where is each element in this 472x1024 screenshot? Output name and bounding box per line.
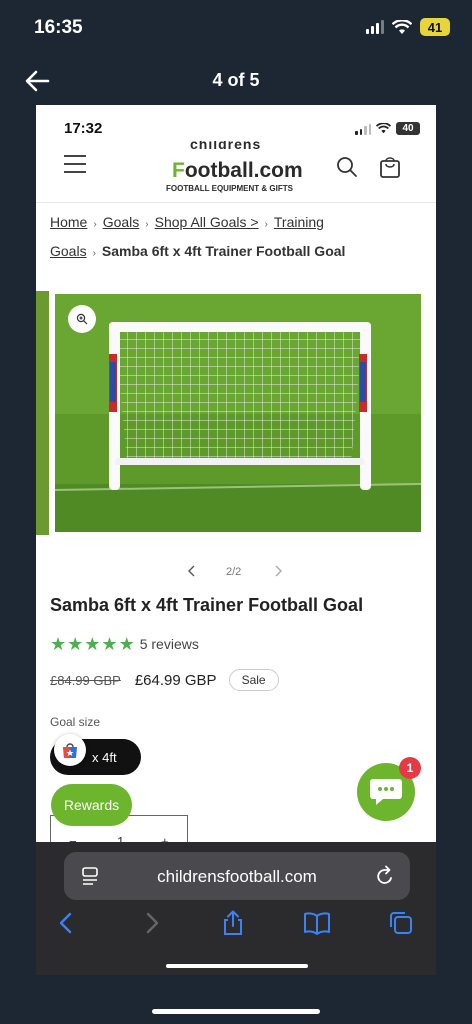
battery-icon: 41 bbox=[420, 18, 450, 36]
search-icon[interactable] bbox=[336, 156, 358, 178]
review-count[interactable]: 5 reviews bbox=[140, 636, 199, 652]
cellular-signal-icon bbox=[366, 20, 384, 34]
status-time: 16:35 bbox=[34, 17, 83, 38]
inner-wifi-icon bbox=[376, 122, 391, 133]
star-icon: ★ bbox=[118, 634, 135, 654]
star-icon: ★ bbox=[101, 634, 118, 654]
previous-slide-icon[interactable] bbox=[186, 564, 198, 578]
safari-bottom-bar: childrensfootball.com bbox=[36, 842, 436, 975]
gallery-pager: 2/2 bbox=[36, 563, 436, 583]
logo-main-text: Football.com bbox=[172, 159, 303, 182]
inner-home-indicator bbox=[166, 964, 308, 968]
zoom-button[interactable] bbox=[68, 305, 96, 333]
goal-size-label: Goal size bbox=[50, 715, 101, 729]
wifi-icon bbox=[392, 19, 412, 34]
sale-badge: Sale bbox=[228, 669, 279, 691]
inner-cellular-icon bbox=[355, 121, 371, 135]
logo-tagline: FOOTBALL EQUIPMENT & GIFTS bbox=[166, 184, 293, 193]
original-price: £84.99 GBP bbox=[50, 672, 121, 688]
chat-notification-badge: 1 bbox=[399, 757, 421, 779]
chat-bubble-icon bbox=[370, 779, 402, 805]
inner-status-time: 17:32 bbox=[64, 120, 103, 137]
product-image[interactable] bbox=[55, 294, 421, 532]
shopping-bag-icon bbox=[63, 743, 77, 758]
address-bar[interactable]: childrensfootball.com bbox=[64, 852, 410, 900]
status-icons: 41 bbox=[366, 18, 450, 36]
site-logo[interactable]: childrens Football.com FOOTBALL EQUIPMEN… bbox=[166, 141, 306, 197]
image-counter: 4 of 5 bbox=[212, 70, 260, 90]
star-icon: ★ bbox=[67, 634, 84, 654]
back-icon[interactable] bbox=[54, 910, 80, 936]
product-gallery bbox=[36, 291, 436, 535]
slide-counter: 2/2 bbox=[226, 566, 242, 578]
previous-image-thumb[interactable] bbox=[36, 291, 49, 535]
next-slide-icon[interactable] bbox=[272, 564, 284, 578]
breadcrumb-goals[interactable]: Goals bbox=[103, 214, 140, 230]
status-bar: 16:35 41 bbox=[0, 0, 472, 56]
cart-icon[interactable] bbox=[379, 155, 401, 179]
site-header: childrens Football.com FOOTBALL EQUIPMEN… bbox=[36, 141, 436, 203]
reload-icon[interactable] bbox=[375, 865, 395, 887]
breadcrumb-shop-all-goals[interactable]: Shop All Goals > bbox=[155, 214, 259, 230]
safari-toolbar bbox=[36, 910, 436, 940]
home-indicator[interactable] bbox=[152, 1009, 320, 1014]
url-text[interactable]: childrensfootball.com bbox=[64, 867, 410, 887]
viewer-header: 4 of 5 bbox=[0, 62, 472, 102]
rewards-button[interactable]: Rewards bbox=[51, 784, 132, 826]
logo-top-text: childrens bbox=[190, 141, 262, 150]
inner-status-bar: 17:32 40 bbox=[36, 105, 436, 145]
menu-icon[interactable] bbox=[64, 155, 86, 175]
bookmarks-icon[interactable] bbox=[303, 910, 331, 936]
price-row: £84.99 GBP £64.99 GBP Sale bbox=[50, 669, 279, 691]
breadcrumb-current: Samba 6ft x 4ft Trainer Football Goal bbox=[101, 243, 346, 259]
screenshot-preview: 17:32 40 childrens Football.com FOOTBALL… bbox=[36, 105, 436, 975]
shop-app-icon[interactable] bbox=[54, 734, 86, 766]
breadcrumb-home[interactable]: Home bbox=[50, 214, 87, 230]
forward-icon[interactable] bbox=[138, 910, 164, 936]
zoom-icon bbox=[76, 313, 88, 325]
tabs-icon[interactable] bbox=[388, 910, 414, 936]
rating[interactable]: ★ ★ ★ ★ ★ 5 reviews bbox=[50, 635, 199, 653]
inner-status-icons: 40 bbox=[355, 121, 420, 135]
product-title: Samba 6ft x 4ft Trainer Football Goal bbox=[50, 595, 364, 615]
breadcrumb: Home › Goals › Shop All Goals > › Training Goa… bbox=[50, 214, 346, 259]
share-icon[interactable] bbox=[220, 910, 246, 936]
star-icon: ★ bbox=[50, 634, 67, 654]
inner-battery-icon: 40 bbox=[396, 121, 420, 135]
sale-price: £64.99 GBP bbox=[134, 671, 217, 689]
star-icon: ★ bbox=[84, 634, 101, 654]
